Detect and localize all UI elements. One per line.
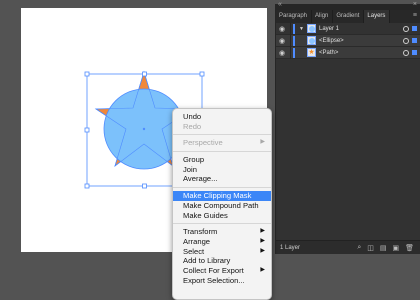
- new-sublayer-icon[interactable]: ▤: [380, 244, 387, 252]
- menu-separator: [173, 223, 271, 225]
- menu-item-make-guides[interactable]: Make Guides: [173, 211, 271, 221]
- center-point: [142, 127, 146, 131]
- menu-item-join[interactable]: Join: [173, 165, 271, 175]
- selection-indicator-icon[interactable]: [412, 50, 417, 55]
- menu-item-label: Arrange: [183, 236, 211, 246]
- handle-top-right[interactable]: [199, 71, 205, 77]
- menu-item-select[interactable]: Select ▶: [173, 247, 271, 257]
- menu-item-add-to-library[interactable]: Add to Library: [173, 256, 271, 266]
- menu-item-perspective: Perspective ▶: [173, 138, 271, 148]
- menu-item-label: Make Guides: [183, 210, 228, 220]
- new-layer-icon[interactable]: ▣: [392, 244, 399, 252]
- tab-layers[interactable]: Layers: [364, 10, 391, 23]
- context-menu: Undo Redo Perspective ▶ Group Join Averag…: [172, 108, 272, 300]
- close-panel-icon[interactable]: ×: [413, 1, 417, 8]
- handle-middle-left[interactable]: [84, 127, 90, 133]
- target-circle-icon[interactable]: [403, 37, 409, 44]
- layer-color-strip: [293, 47, 295, 58]
- layer-row-layer-1[interactable]: ◉ ▼ Layer 1: [276, 22, 420, 35]
- handle-top-left[interactable]: [84, 71, 90, 77]
- visibility-eye-icon[interactable]: ◉: [276, 37, 288, 45]
- path-thumbnail: ★: [307, 48, 316, 57]
- menu-item-group[interactable]: Group: [173, 155, 271, 165]
- trash-icon[interactable]: 🗑: [405, 244, 414, 252]
- handle-top-middle[interactable]: [142, 71, 147, 77]
- layer-row-path[interactable]: ◉ ★ <Path>: [276, 46, 420, 59]
- panel-title-bar[interactable]: « ×: [276, 1, 420, 10]
- menu-item-label: Average...: [183, 174, 218, 184]
- tab-paragraph[interactable]: Paragraph: [276, 10, 313, 23]
- tab-align[interactable]: Align: [312, 10, 334, 23]
- layer-name[interactable]: <Ellipse>: [319, 38, 403, 44]
- selection-indicator-icon[interactable]: [412, 38, 417, 43]
- menu-item-label: Group: [183, 155, 205, 165]
- panel-tabs: Paragraph Align Gradient Layers ≡: [276, 10, 420, 23]
- layer-name[interactable]: Layer 1: [319, 26, 403, 32]
- menu-item-arrange[interactable]: Arrange ▶: [173, 237, 271, 247]
- handle-bottom-left[interactable]: [84, 183, 90, 189]
- menu-separator: [173, 134, 271, 136]
- menu-item-label: Redo: [183, 121, 202, 131]
- menu-item-label: Export Selection...: [183, 275, 245, 285]
- menu-item-collect-for-export[interactable]: Collect For Export ▶: [173, 266, 271, 276]
- menu-item-make-compound-path[interactable]: Make Compound Path: [173, 201, 271, 211]
- submenu-arrow-icon: ▶: [260, 228, 265, 235]
- layer-row-ellipse[interactable]: ◉ <Ellipse>: [276, 34, 420, 47]
- menu-item-label: Collect For Export: [183, 265, 244, 275]
- menu-item-label: Transform: [183, 227, 218, 237]
- layer-color-strip: [293, 23, 295, 34]
- layer-count: 1 Layer: [280, 244, 301, 251]
- target-circle-icon[interactable]: [403, 25, 409, 32]
- layer-name[interactable]: <Path>: [319, 50, 403, 56]
- divider: [290, 46, 291, 59]
- handle-bottom-middle[interactable]: [142, 183, 147, 189]
- menu-item-label: Perspective: [183, 138, 223, 148]
- submenu-arrow-icon: ▶: [260, 266, 265, 273]
- menu-item-average[interactable]: Average...: [173, 174, 271, 184]
- menu-item-label: Add to Library: [183, 256, 231, 266]
- menu-separator: [173, 151, 271, 153]
- target-circle-icon[interactable]: [403, 49, 409, 56]
- tab-gradient[interactable]: Gradient: [333, 10, 365, 23]
- menu-item-make-clipping-mask[interactable]: Make Clipping Mask: [173, 191, 271, 201]
- divider: [290, 22, 291, 35]
- menu-separator: [173, 187, 271, 189]
- collapse-panel-icon[interactable]: «: [278, 1, 282, 8]
- ellipse-thumbnail: [307, 36, 316, 45]
- submenu-arrow-icon: ▶: [260, 139, 265, 146]
- submenu-arrow-icon: ▶: [260, 237, 265, 244]
- selection-indicator-icon[interactable]: [412, 26, 417, 31]
- expand-triangle-icon[interactable]: ▼: [299, 26, 307, 32]
- menu-item-label: Join: [183, 164, 197, 174]
- clipping-mask-icon[interactable]: ◫: [367, 244, 374, 252]
- search-icon[interactable]: ⌕: [357, 244, 361, 252]
- panel-footer: 1 Layer ⌕ ◫ ▤ ▣ 🗑: [276, 240, 420, 254]
- menu-item-undo[interactable]: Undo: [173, 112, 271, 122]
- menu-item-label: Make Compound Path: [183, 200, 259, 210]
- layers-panel: « × Paragraph Align Gradient Layers ≡ ◉ …: [275, 1, 420, 254]
- visibility-eye-icon[interactable]: ◉: [276, 25, 288, 33]
- visibility-eye-icon[interactable]: ◉: [276, 49, 288, 57]
- menu-item-label: Select: [183, 246, 205, 256]
- submenu-arrow-icon: ▶: [260, 247, 265, 254]
- menu-item-redo: Redo: [173, 122, 271, 132]
- menu-item-label: Undo: [183, 112, 202, 121]
- menu-item-export-selection[interactable]: Export Selection...: [173, 276, 271, 286]
- layer-color-strip: [293, 35, 295, 46]
- divider: [290, 34, 291, 47]
- menu-item-transform[interactable]: Transform ▶: [173, 227, 271, 237]
- panel-menu-icon[interactable]: ≡: [413, 10, 420, 23]
- menu-item-label: Make Clipping Mask: [183, 191, 252, 201]
- layer-thumbnail: [307, 24, 316, 33]
